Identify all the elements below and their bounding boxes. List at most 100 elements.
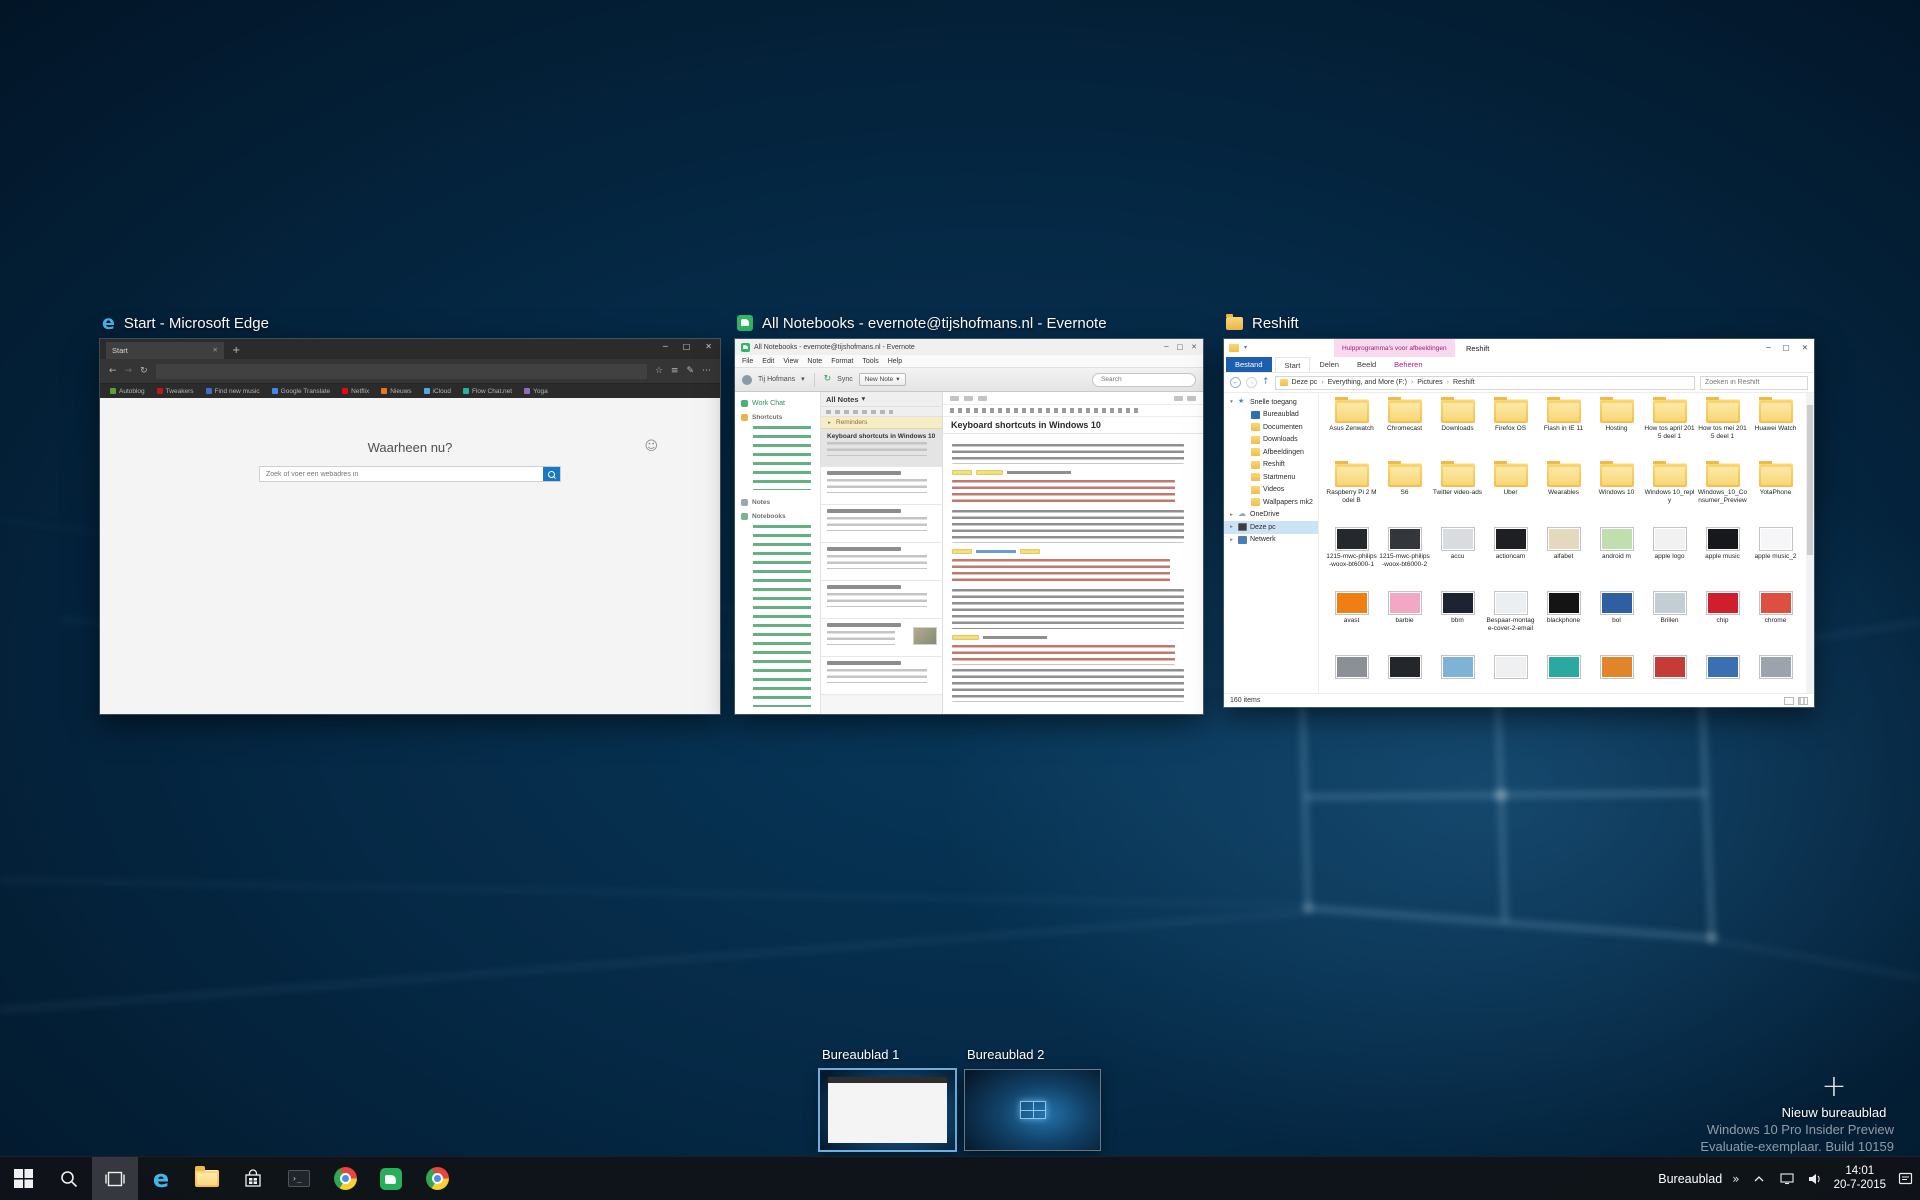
breadcrumb[interactable]: Deze pcEverything, and More (F:)Pictures… [1275,376,1695,390]
file-item[interactable]: 1215-mwc-philips-woox-bt6000-2 [1378,525,1431,589]
sync-label[interactable]: Sync [837,376,853,383]
file-item[interactable]: alfabet [1537,525,1590,589]
web-note-icon[interactable] [686,367,694,376]
taskbar-console-button[interactable] [276,1157,322,1200]
back-icon[interactable] [109,367,117,376]
menu-item[interactable]: Note [807,358,822,365]
file-item[interactable]: Raspberry Pi 2 Model B [1325,461,1378,525]
file-item[interactable] [1749,653,1802,693]
file-item[interactable]: Uber [1484,461,1537,525]
file-item[interactable]: Bespaar-montage-cover-2-email [1484,589,1537,653]
favorite-item[interactable]: Tweakers [157,388,194,395]
file-item[interactable]: S6 [1378,461,1431,525]
file-item[interactable]: barbie [1378,589,1431,653]
formatting-toolbar[interactable] [943,405,1203,417]
sync-icon[interactable] [824,375,832,384]
file-item[interactable]: bol [1590,589,1643,653]
expand-arrow-icon[interactable]: ▸ [1228,512,1235,518]
nav-tree-item[interactable]: Wallpapers mk2 [1224,496,1318,509]
search-button[interactable] [543,467,560,481]
address-field[interactable] [156,364,647,379]
scrollbar[interactable] [1806,393,1814,693]
nav-tree-item[interactable]: Documenten [1224,421,1318,434]
breadcrumb-item[interactable]: Reshift [1453,379,1475,386]
close-icon[interactable] [705,343,712,351]
file-item[interactable] [1431,653,1484,693]
breadcrumb-item[interactable]: Deze pc [1292,379,1328,386]
edge-tab-start[interactable]: Start [106,342,224,359]
share-placeholder[interactable] [1174,396,1183,401]
note-card[interactable] [821,657,942,695]
nav-tree-item[interactable]: Videos [1224,484,1318,497]
thumbnails-view-icon[interactable] [1798,697,1808,705]
details-view-icon[interactable] [1784,697,1794,705]
volume-tray-icon[interactable] [1806,1164,1824,1194]
task-view-button[interactable] [92,1157,138,1200]
hidden-icons-button[interactable] [1750,1164,1768,1194]
file-item[interactable]: Asus Zenwatch [1325,397,1378,461]
file-item[interactable]: How tos april 2015 deel 1 [1643,397,1696,461]
file-item[interactable]: chrome [1749,589,1802,653]
file-item[interactable]: chip [1696,589,1749,653]
search-input[interactable] [260,467,543,481]
menu-item[interactable]: Help [888,358,902,365]
action-center-button[interactable] [1896,1164,1914,1194]
forward-icon[interactable] [125,367,133,376]
file-item[interactable]: actioncam [1484,525,1537,589]
file-item[interactable]: android m [1590,525,1643,589]
more-actions-icon[interactable] [702,367,711,376]
evernote-note-editor[interactable]: Keyboard shortcuts in Windows 10 [943,392,1203,714]
account-name[interactable]: Tij Hofmans [758,376,795,383]
file-item[interactable] [1378,653,1431,693]
note-content[interactable] [943,434,1203,712]
ribbon-tab[interactable]: Beeld [1348,357,1385,372]
new-desktop-button[interactable]: + Nieuw bureaublad [1764,1072,1904,1120]
expand-arrow-icon[interactable]: ▸ [1228,524,1235,530]
maximize-icon[interactable] [1177,344,1184,351]
file-item[interactable]: Windows 10_reply [1643,461,1696,525]
nav-tree-item[interactable]: Startmenu [1224,471,1318,484]
note-card[interactable] [821,581,942,619]
breadcrumb-item[interactable]: Pictures [1417,379,1453,386]
expand-arrow-icon[interactable]: ▸ [1228,537,1235,543]
nav-tree-item[interactable]: ▾ Snelle toegang [1224,396,1318,409]
note-card[interactable] [821,619,942,657]
tab-close-icon[interactable] [213,347,218,354]
refresh-icon[interactable] [140,367,148,376]
nav-tree-item[interactable]: Downloads [1224,434,1318,447]
file-item[interactable]: blackphone [1537,589,1590,653]
file-item[interactable]: Huawei Watch [1749,397,1802,461]
tray-desktop-toolbar-label[interactable]: Bureaublad [1658,1172,1722,1186]
nav-tree-item[interactable]: Afbeeldingen [1224,446,1318,459]
note-card[interactable] [821,543,942,581]
notebook-selector-placeholder[interactable] [950,396,959,401]
back-icon[interactable]: ← [1230,377,1241,388]
file-item[interactable]: Windows 10 [1590,461,1643,525]
info-placeholder[interactable] [1187,396,1196,401]
favorite-item[interactable]: Netflix [342,388,369,395]
file-item[interactable]: YotaPhone [1749,461,1802,525]
note-card-selected[interactable]: Keyboard shortcuts in Windows 10 [821,429,942,467]
file-item[interactable]: bbm [1431,589,1484,653]
taskbar-evernote-button[interactable] [368,1157,414,1200]
file-item[interactable]: avast [1325,589,1378,653]
file-item[interactable]: Flash in IE 11 [1537,397,1590,461]
tray-expand-chevron[interactable]: » [1732,1172,1739,1186]
close-icon[interactable] [1802,344,1808,352]
favorite-item[interactable]: Google Translate [272,388,331,395]
menu-item[interactable]: Tools [862,358,878,365]
file-item[interactable] [1325,653,1378,693]
sidebar-section-shortcuts[interactable]: Shortcuts [735,410,820,424]
forward-icon[interactable]: → [1246,377,1257,388]
file-item[interactable]: Windows_10_Consumer_Preview_screenshots [1696,461,1749,525]
account-dropdown-icon[interactable] [801,376,805,383]
note-title[interactable]: Keyboard shortcuts in Windows 10 [943,417,1203,434]
note-card[interactable] [821,505,942,543]
tray-clock[interactable]: 14:01 20-7-2015 [1834,1165,1886,1192]
menu-item[interactable]: Edit [762,358,774,365]
explorer-search-input[interactable] [1700,376,1808,390]
favorite-item[interactable]: Nieuws [381,388,411,395]
file-item[interactable] [1643,653,1696,693]
sidebar-section-notebooks[interactable]: Notebooks [735,509,820,523]
nav-tree-item[interactable]: ▸ OneDrive [1224,509,1318,522]
